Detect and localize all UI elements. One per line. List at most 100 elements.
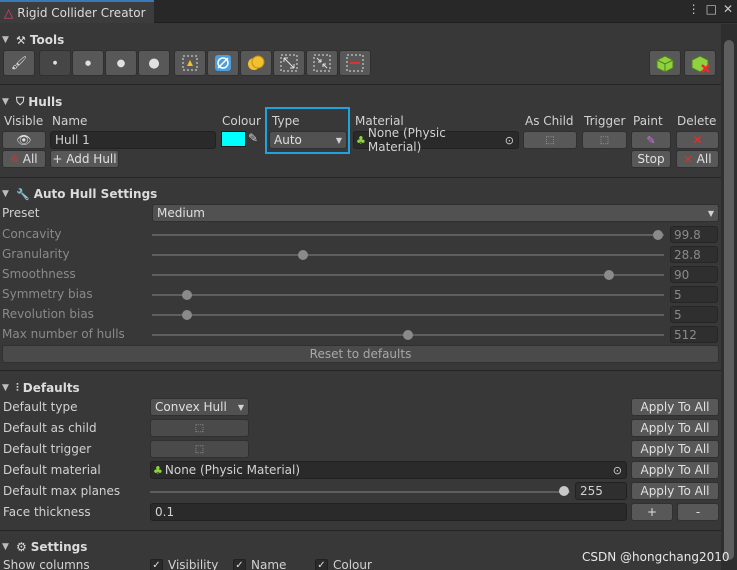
column-colour-checkbox[interactable]: ✓ Colour [315, 558, 372, 570]
add-hull-button[interactable]: + Add Hull [50, 150, 119, 168]
brush-icon: 🖌 [10, 55, 28, 71]
slider-value-field[interactable]: 99.8 [670, 226, 718, 243]
invert-selection-button[interactable] [207, 50, 239, 76]
delete-hull-button[interactable]: ✕ [676, 131, 719, 149]
max-planes-slider-track[interactable] [150, 491, 570, 493]
pipette-select-tool-button[interactable] [174, 50, 206, 76]
checkbox-icon: ✓ [315, 558, 328, 570]
object-picker-icon[interactable]: ⊙ [613, 464, 622, 477]
generate-buttons [649, 50, 716, 76]
slider-knob[interactable] [403, 330, 413, 340]
object-picker-icon[interactable]: ⊙ [505, 134, 514, 147]
eyedropper-icon[interactable]: ✎ [248, 131, 258, 145]
col-as-child: As Child [525, 114, 574, 128]
clear-selection-button[interactable] [339, 50, 371, 76]
union-selection-button[interactable] [240, 50, 272, 76]
preset-dropdown[interactable]: Medium ▼ [152, 204, 719, 222]
slider-knob[interactable] [652, 230, 663, 240]
slider-knob[interactable] [603, 270, 614, 280]
hull-material-field[interactable]: ♣ None (Physic Material) ⊙ [353, 126, 519, 154]
brush-size-medium-button[interactable]: ● [105, 50, 137, 76]
hull-name-field[interactable]: Hull 1 [50, 131, 216, 149]
trigger-toggle[interactable]: ⬚ [582, 131, 627, 149]
tools-title: Tools [29, 33, 65, 47]
column-visibility-checkbox[interactable]: ✓ Visibility [150, 558, 218, 570]
brush-size-large-button[interactable]: ● [138, 50, 170, 76]
reset-defaults-button[interactable]: Reset to defaults [2, 345, 719, 363]
visible-toggle-button[interactable]: 👁 [2, 131, 46, 149]
hull-type-dropdown[interactable]: Auto ▼ [269, 131, 347, 149]
auto-hull-header[interactable]: ▼ 🔧 Auto Hull Settings [0, 184, 157, 204]
hammer-icon: ⚒ [16, 33, 26, 47]
apply-material-button[interactable]: Apply To All [631, 461, 719, 479]
slider-value-field[interactable]: 5 [670, 286, 718, 303]
dot-medium-icon: ● [116, 57, 126, 69]
scrollbar-thumb[interactable] [724, 40, 734, 560]
generate-colliders-button[interactable] [649, 50, 681, 76]
as-child-toggle[interactable]: ⬚ [523, 131, 577, 149]
slider-track[interactable] [152, 234, 664, 236]
grow-selection-button[interactable] [273, 50, 305, 76]
close-icon[interactable]: ✕ [723, 2, 733, 16]
apply-trigger-button[interactable]: Apply To All [631, 440, 719, 458]
hulls-header[interactable]: ▼ ⛉ Hulls [0, 92, 62, 112]
physic-material-icon: ♣ [356, 133, 366, 147]
separator [0, 530, 721, 531]
tools-header[interactable]: ▼ ⚒ Tools [0, 30, 64, 50]
face-thickness-field[interactable]: 0.1 [150, 503, 627, 521]
slider-value-field[interactable]: 5 [670, 306, 718, 323]
delete-all-label: All [696, 152, 712, 166]
visible-all-button[interactable]: ⊘ All [2, 150, 46, 168]
slider-value-field[interactable]: 28.8 [670, 246, 718, 263]
default-material-label: Default material [3, 463, 101, 477]
slider-track[interactable] [152, 314, 664, 316]
separator [0, 177, 721, 178]
apply-type-button[interactable]: Apply To All [631, 398, 719, 416]
slider-track[interactable] [152, 254, 664, 256]
visible-all-label: All [22, 152, 38, 166]
max-planes-slider-knob[interactable] [559, 486, 570, 496]
face-thickness-plus-button[interactable]: + [631, 503, 673, 521]
delete-all-button[interactable]: ✕ All [676, 150, 719, 168]
chevron-down-icon: ▼ [707, 208, 714, 218]
col-name: Name [52, 114, 88, 128]
defaults-header[interactable]: ▼ ⫶ Defaults [0, 378, 80, 398]
separator [0, 370, 721, 371]
slider-track[interactable] [152, 294, 664, 296]
hull-type-value: Auto [274, 133, 302, 147]
auto-hull-title: Auto Hull Settings [33, 187, 158, 201]
apply-as-child-button[interactable]: Apply To All [631, 419, 719, 437]
slider-knob[interactable] [182, 290, 193, 300]
foldout-arrow-icon: ▼ [2, 189, 9, 199]
default-as-child-toggle[interactable]: ⬚ [150, 419, 249, 437]
window-tab[interactable]: △ Rigid Collider Creator [0, 0, 154, 23]
shrink-selection-button[interactable] [306, 50, 338, 76]
slider-knob[interactable] [297, 250, 308, 260]
preset-value: Medium [157, 206, 205, 220]
settings-header[interactable]: ▼ ⚙ Settings [0, 537, 87, 557]
face-thickness-minus-button[interactable]: - [677, 503, 719, 521]
slider-label: Symmetry bias [2, 287, 93, 301]
apply-max-planes-button[interactable]: Apply To All [631, 482, 719, 500]
hull-colour-swatch[interactable] [221, 131, 246, 147]
default-trigger-toggle[interactable]: ⬚ [150, 440, 249, 458]
brush-size-small-button[interactable]: ● [72, 50, 104, 76]
default-material-field[interactable]: ♣ None (Physic Material) ⊙ [150, 461, 627, 479]
maximize-icon[interactable]: □ [706, 2, 717, 16]
slider-value-field[interactable]: 90 [670, 266, 718, 283]
slider-value-field[interactable]: 512 [670, 326, 718, 343]
col-trigger: Trigger [584, 114, 626, 128]
slider-knob[interactable] [182, 310, 193, 320]
paint-toggle[interactable]: ✎ [631, 131, 671, 149]
brush-size-tiny-button[interactable]: ● [39, 50, 71, 76]
column-name-checkbox[interactable]: ✓ Name [233, 558, 286, 570]
menu-icon[interactable]: ⋮ [688, 2, 700, 16]
slider-track[interactable] [152, 274, 664, 276]
delete-colliders-button[interactable] [684, 50, 716, 76]
paint-brush-tool-button[interactable]: 🖌 [3, 50, 35, 76]
hull-icon: ⛉ [16, 95, 25, 108]
col-paint: Paint [633, 114, 663, 128]
stop-paint-button[interactable]: Stop [631, 150, 671, 168]
max-planes-field[interactable]: 255 [575, 482, 627, 500]
default-type-dropdown[interactable]: Convex Hull ▼ [150, 398, 249, 416]
